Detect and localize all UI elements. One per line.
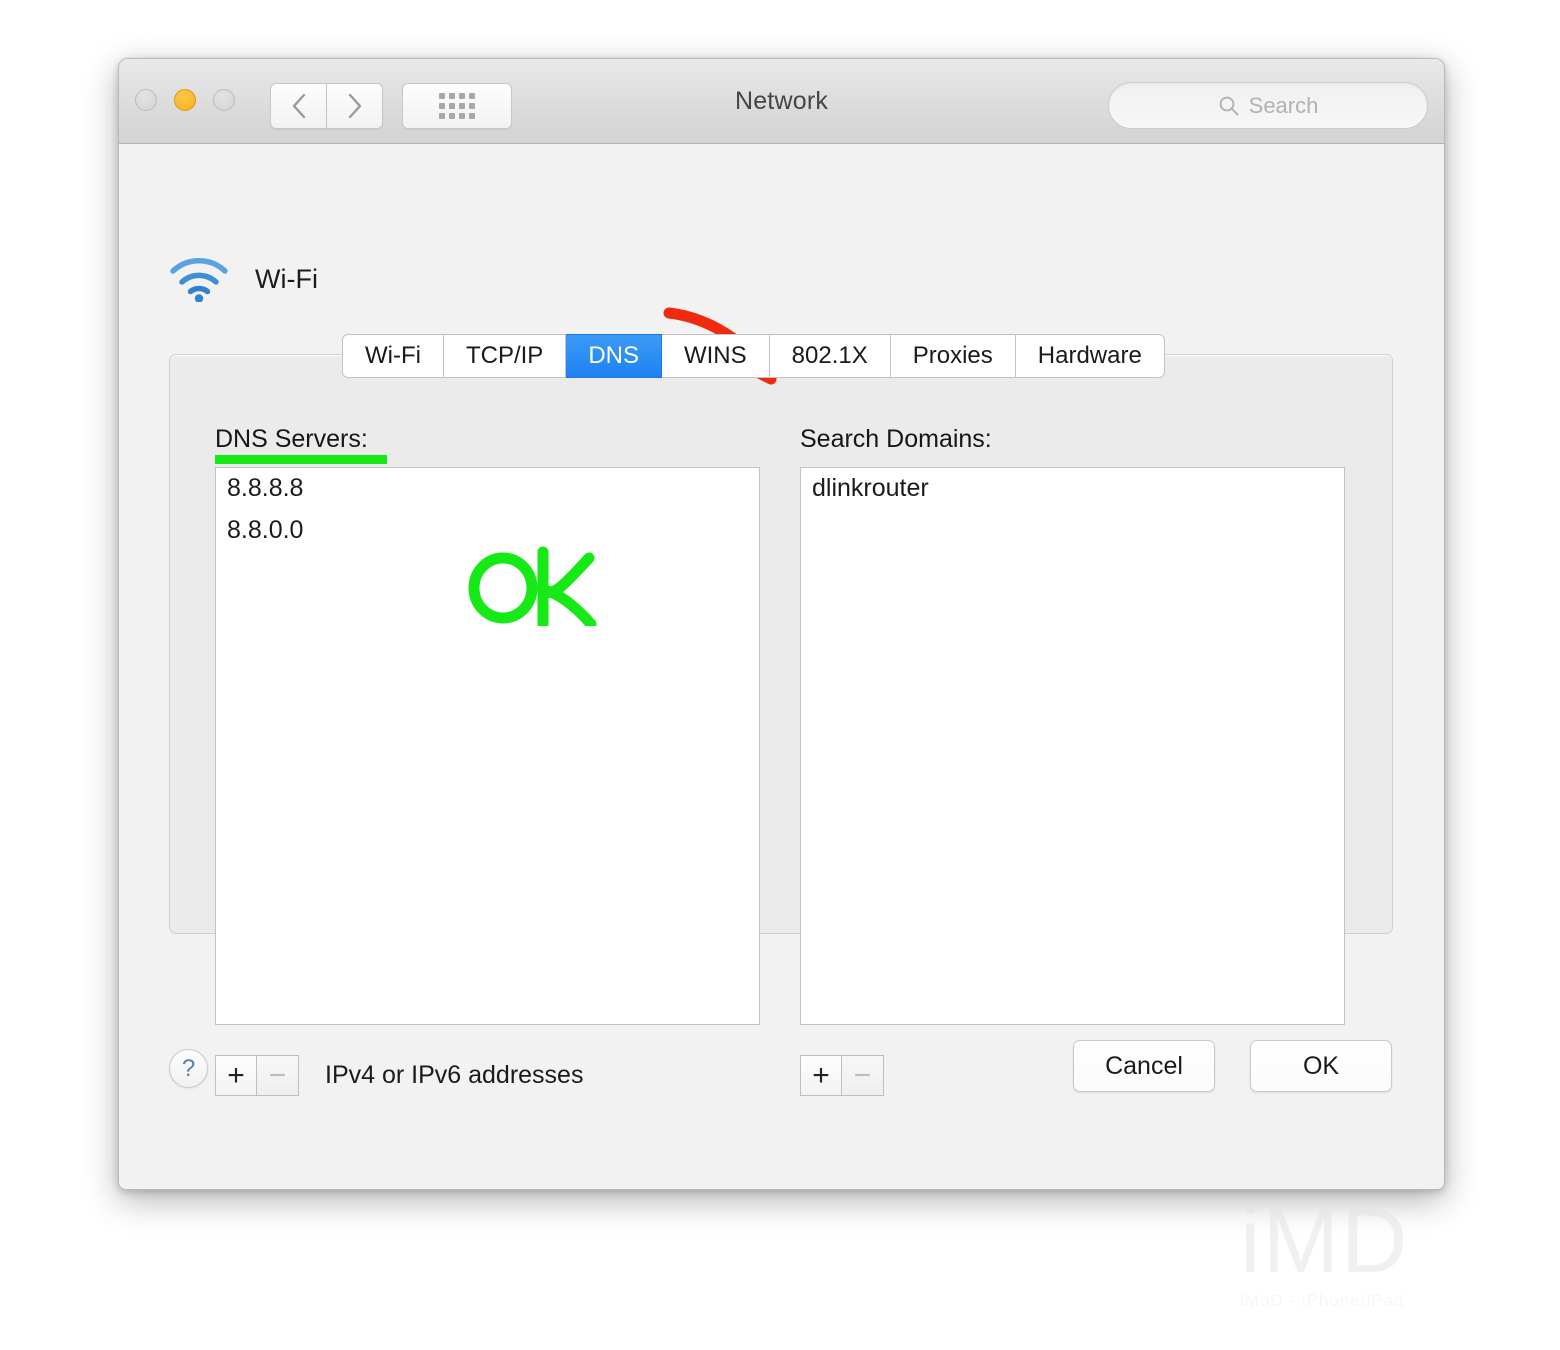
search-placeholder: Search — [1248, 92, 1319, 118]
tab-8021x[interactable]: 802.1X — [769, 334, 891, 378]
dns-servers-hint: IPv4 or IPv6 addresses — [325, 1061, 584, 1089]
remove-search-domain-button[interactable]: − — [842, 1055, 884, 1096]
service-header: Wi-Fi — [169, 256, 318, 302]
dns-servers-controls: + − IPv4 or IPv6 addresses — [215, 1055, 583, 1096]
tab-dns[interactable]: DNS — [566, 334, 662, 378]
dns-add-remove-group: + − — [215, 1055, 299, 1096]
service-name: Wi-Fi — [255, 263, 318, 294]
watermark-subtext: iMoD - iPhone/iPad — [1240, 1291, 1405, 1310]
tab-hardware[interactable]: Hardware — [1015, 334, 1165, 378]
search-field[interactable]: Search — [1108, 82, 1428, 129]
watermark-text: iMD — [1240, 1190, 1410, 1292]
dns-tab-panel: DNS Servers: 8.8.8.8 8.8.0.0 Search Doma… — [169, 354, 1393, 1096]
dns-servers-label: DNS Servers: — [215, 425, 387, 464]
watermark: iMD iMoD - iPhone/iPad — [1240, 1195, 1540, 1340]
window-body: Wi-Fi Wi-Fi TCP/IP DNS WINS 802.1X Proxi… — [119, 144, 1444, 1189]
search-domains-add-remove-group: + − — [800, 1055, 884, 1096]
dialog-buttons: Cancel OK — [1073, 1040, 1392, 1092]
tab-bar: Wi-Fi TCP/IP DNS WINS 802.1X Proxies Har… — [342, 334, 1165, 378]
remove-dns-server-button[interactable]: − — [257, 1055, 299, 1096]
list-item[interactable]: 8.8.8.8 — [216, 468, 759, 510]
help-button[interactable]: ? — [169, 1049, 208, 1088]
ok-button[interactable]: OK — [1250, 1040, 1392, 1092]
tab-wins[interactable]: WINS — [661, 334, 770, 378]
tab-wifi[interactable]: Wi-Fi — [342, 334, 444, 378]
dns-servers-section: DNS Servers: 8.8.8.8 8.8.0.0 — [215, 425, 760, 1025]
list-item[interactable]: dlinkrouter — [801, 468, 1344, 510]
window-titlebar: Network Search — [119, 59, 1444, 144]
list-item[interactable]: 8.8.0.0 — [216, 510, 759, 552]
search-domains-controls: + − — [800, 1055, 884, 1096]
search-domains-list[interactable]: dlinkrouter — [800, 467, 1345, 1025]
wifi-icon — [170, 257, 228, 302]
dns-servers-list[interactable]: 8.8.8.8 8.8.0.0 — [215, 467, 760, 1025]
search-domains-label: Search Domains: — [800, 425, 992, 453]
tab-tcpip[interactable]: TCP/IP — [443, 334, 567, 378]
network-preferences-window: Network Search Wi-Fi Wi-Fi TCP/IP DNS WI… — [118, 58, 1445, 1190]
add-search-domain-button[interactable]: + — [800, 1055, 842, 1096]
search-domains-section: Search Domains: dlinkrouter — [800, 425, 1345, 1025]
search-icon — [1219, 96, 1239, 115]
add-dns-server-button[interactable]: + — [215, 1055, 257, 1096]
tab-proxies[interactable]: Proxies — [890, 334, 1016, 378]
cancel-button[interactable]: Cancel — [1073, 1040, 1215, 1092]
